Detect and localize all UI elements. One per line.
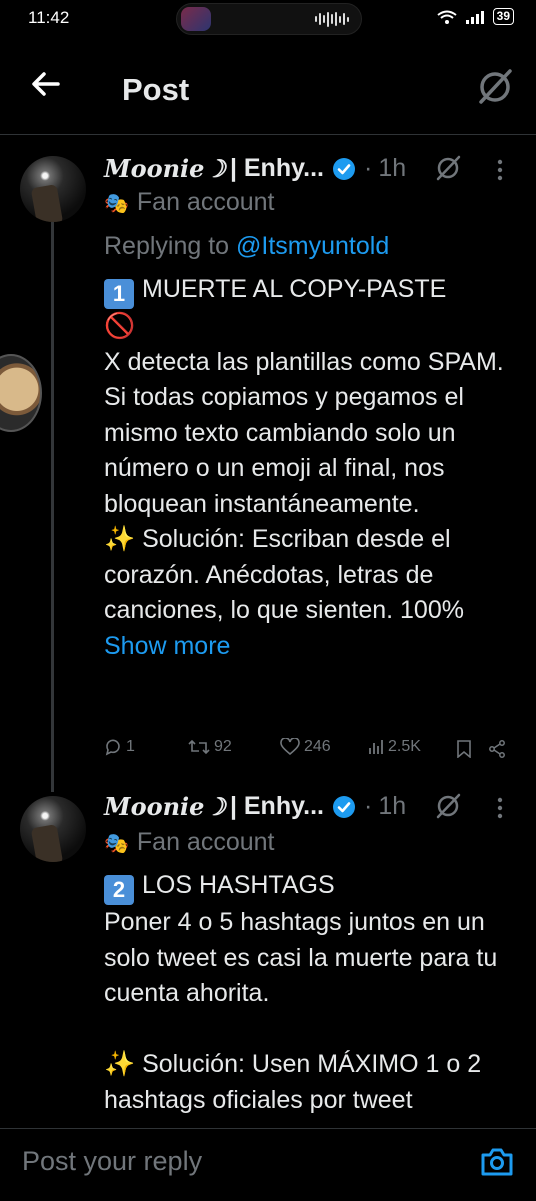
reply-count: 1	[126, 738, 135, 755]
show-more-link[interactable]: Show more	[104, 632, 230, 660]
page-title: Post	[122, 72, 190, 107]
heart-icon	[280, 738, 300, 756]
bio-label: Fan account	[136, 188, 275, 216]
mention-link[interactable]: @Itsmyuntold	[236, 232, 389, 260]
thread-connector-line	[51, 214, 54, 792]
display-name[interactable]: Moonie☽	[104, 792, 226, 821]
reply-input[interactable]	[20, 1145, 444, 1178]
verified-badge-icon	[332, 157, 355, 180]
status-time: 11:42	[28, 8, 70, 27]
repost-icon	[188, 739, 210, 755]
fan-account-label: 🎭 Fan account	[104, 188, 275, 217]
tweet-header: Moonie☽ | Enhy... · 1h	[104, 792, 406, 821]
separator-dot: ·	[363, 154, 373, 182]
tweet-text: 2 LOS HASHTAGS Poner 4 o 5 hashtags junto…	[104, 868, 514, 1118]
theater-mask-icon: 🎭	[104, 193, 129, 215]
tweet-heading: LOS HASHTAGS	[142, 871, 335, 899]
media-thumbnail	[181, 7, 211, 31]
more-options-icon[interactable]	[496, 158, 504, 182]
display-name[interactable]: Moonie☽	[104, 154, 226, 183]
camera-icon[interactable]	[480, 1147, 514, 1177]
sparkles-icon: ✨	[104, 525, 136, 553]
status-bar: 11:42 39	[0, 0, 536, 36]
more-options-icon[interactable]	[496, 796, 504, 820]
replying-to: Replying to @Itsmyuntold	[104, 232, 389, 261]
bookmark-icon[interactable]	[456, 740, 472, 758]
grok-icon[interactable]	[434, 792, 462, 820]
theater-mask-icon: 🎭	[104, 833, 129, 855]
top-bar: Post	[0, 44, 536, 135]
fan-account-label: 🎭 Fan account	[104, 828, 275, 857]
system-icons: 39	[437, 8, 514, 25]
replying-prefix: Replying to	[104, 232, 237, 260]
wifi-icon	[437, 10, 457, 24]
side-avatar[interactable]	[0, 354, 42, 432]
views-button[interactable]: 2.5K	[368, 738, 421, 756]
battery-indicator: 39	[492, 8, 514, 25]
share-icon[interactable]	[488, 740, 506, 758]
comment-icon	[105, 739, 120, 756]
reply-button[interactable]: 1	[104, 738, 135, 756]
audio-wave-icon	[315, 11, 349, 27]
signal-icon	[465, 10, 484, 24]
tweet-solution: Solución: Escriban desde el corazón. Ané…	[104, 525, 464, 624]
grok-icon[interactable]	[434, 154, 462, 182]
keycap-number-icon: 2	[104, 875, 134, 905]
display-name-rest[interactable]: | Enhy...	[230, 792, 324, 821]
prohibited-icon: 🚫	[104, 312, 136, 340]
sparkles-icon: ✨	[104, 1050, 136, 1078]
tweet-paragraph: Poner 4 o 5 hashtags juntos en un solo t…	[104, 908, 505, 1007]
tweet-text: 1 MUERTE AL COPY-PASTE 🚫 X detecta las pl…	[104, 272, 514, 664]
separator-dot: ·	[363, 792, 373, 820]
keycap-number-icon: 1	[104, 279, 134, 309]
reply-composer	[0, 1128, 536, 1201]
avatar[interactable]	[20, 796, 86, 862]
tweet-header: Moonie☽ | Enhy... · 1h	[104, 154, 406, 183]
views-chart-icon	[369, 740, 383, 754]
tweet-actions: 1 92 246 2.5K	[104, 738, 514, 764]
repost-button[interactable]: 92	[188, 738, 232, 756]
time-ago[interactable]: 1h	[378, 154, 406, 183]
arrow-left-icon[interactable]	[30, 68, 62, 100]
grok-icon[interactable]	[476, 68, 514, 106]
bio-label: Fan account	[136, 828, 275, 856]
repost-count: 92	[214, 738, 232, 755]
verified-badge-icon	[332, 795, 355, 818]
avatar[interactable]	[20, 156, 86, 222]
tweet-heading: MUERTE AL COPY-PASTE	[142, 275, 447, 303]
tweet-solution: Solución: Usen MÁXIMO 1 o 2 hashtags ofi…	[104, 1050, 489, 1114]
tweet-paragraph: X detecta las plantillas como SPAM. Si t…	[104, 347, 511, 518]
like-button[interactable]: 246	[280, 738, 331, 756]
display-name-rest[interactable]: | Enhy...	[230, 154, 324, 183]
views-count: 2.5K	[388, 738, 421, 755]
time-ago[interactable]: 1h	[378, 792, 406, 821]
dynamic-island	[176, 3, 362, 35]
like-count: 246	[304, 738, 331, 755]
